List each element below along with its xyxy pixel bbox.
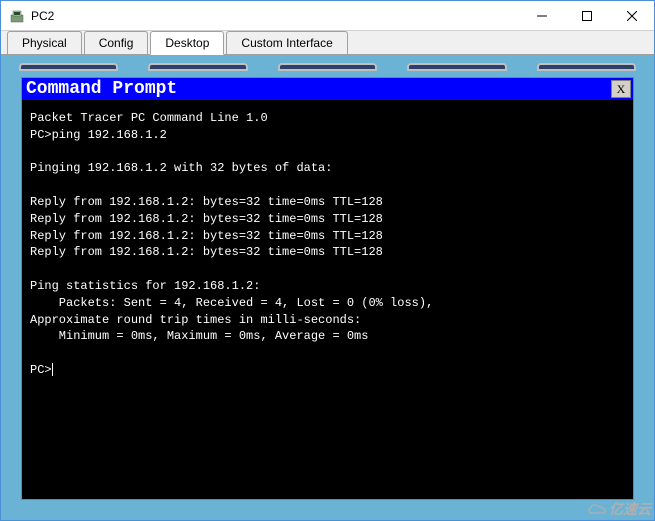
command-prompt-window: Command Prompt X Packet Tracer PC Comman…	[21, 77, 634, 500]
app-icon	[9, 8, 25, 24]
titlebar[interactable]: PC2	[1, 1, 654, 31]
tab-physical[interactable]: Physical	[7, 31, 82, 54]
desktop-content: Command Prompt X Packet Tracer PC Comman…	[1, 55, 654, 520]
terminal-line: Reply from 192.168.1.2: bytes=32 time=0m…	[30, 195, 383, 209]
maximize-button[interactable]	[564, 1, 609, 30]
close-icon	[627, 11, 637, 21]
terminal-prompt: PC>	[30, 363, 52, 377]
tab-config[interactable]: Config	[84, 31, 149, 54]
tab-desktop[interactable]: Desktop	[150, 31, 224, 55]
desktop-app-card[interactable]	[19, 63, 118, 71]
terminal-line: Pinging 192.168.1.2 with 32 bytes of dat…	[30, 161, 332, 175]
command-prompt-title: Command Prompt	[26, 79, 611, 99]
close-button[interactable]	[609, 1, 654, 30]
maximize-icon	[582, 11, 592, 21]
minimize-icon	[537, 11, 547, 21]
minimize-button[interactable]	[519, 1, 564, 30]
terminal-line: Ping statistics for 192.168.1.2:	[30, 279, 260, 293]
desktop-app-strip	[9, 63, 646, 71]
terminal-line: Reply from 192.168.1.2: bytes=32 time=0m…	[30, 212, 383, 226]
window-title: PC2	[31, 9, 519, 23]
app-window: PC2 Physical Config Desktop Custom Inter…	[0, 0, 655, 521]
terminal-line: Packets: Sent = 4, Received = 4, Lost = …	[30, 296, 433, 310]
watermark-text: 亿速云	[609, 499, 651, 519]
terminal-line: Packet Tracer PC Command Line 1.0	[30, 111, 268, 125]
cloud-icon	[587, 502, 607, 516]
command-prompt-close-button[interactable]: X	[611, 80, 631, 98]
cursor-icon	[52, 363, 53, 376]
command-prompt-titlebar[interactable]: Command Prompt X	[22, 78, 633, 100]
terminal-line: Minimum = 0ms, Maximum = 0ms, Average = …	[30, 329, 368, 343]
desktop-app-card[interactable]	[407, 63, 506, 71]
terminal-line: PC>ping 192.168.1.2	[30, 128, 167, 142]
terminal-line: Reply from 192.168.1.2: bytes=32 time=0m…	[30, 229, 383, 243]
terminal-line: Approximate round trip times in milli-se…	[30, 313, 361, 327]
terminal-line: Reply from 192.168.1.2: bytes=32 time=0m…	[30, 245, 383, 259]
desktop-app-card[interactable]	[148, 63, 247, 71]
desktop-app-card[interactable]	[278, 63, 377, 71]
tab-custom-interface[interactable]: Custom Interface	[226, 31, 347, 54]
watermark: 亿速云	[587, 499, 651, 519]
desktop-app-card[interactable]	[537, 63, 636, 71]
tab-bar: Physical Config Desktop Custom Interface	[1, 31, 654, 55]
command-prompt-body[interactable]: Packet Tracer PC Command Line 1.0 PC>pin…	[22, 100, 633, 499]
